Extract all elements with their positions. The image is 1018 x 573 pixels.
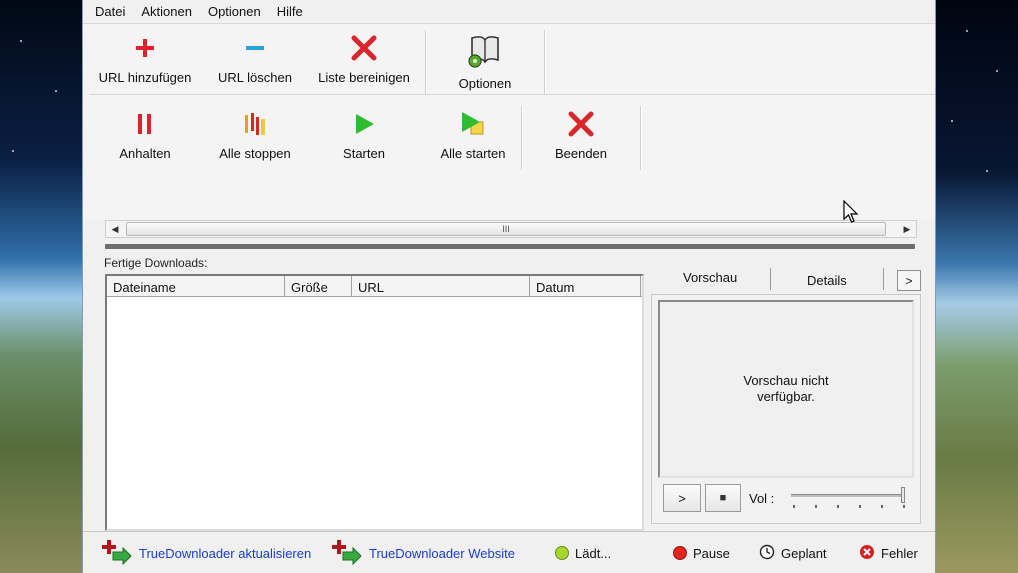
volume-tick [815, 505, 817, 508]
options-button[interactable]: Optionen [426, 26, 544, 98]
column-header-date[interactable]: Datum [530, 276, 641, 296]
minus-icon [244, 34, 266, 62]
pause-icon [135, 110, 155, 138]
clean-list-label: Liste bereinigen [318, 70, 410, 85]
horizontal-scrollbar[interactable]: ◀ III ▶ [105, 220, 917, 238]
quit-button[interactable]: Beenden [522, 102, 640, 174]
toolbar-separator [544, 30, 545, 94]
pause-status-label: Pause [693, 545, 730, 561]
start-all-button[interactable]: Alle starten [425, 102, 521, 174]
pause-status-icon [673, 546, 687, 560]
stop-all-icon [241, 110, 269, 138]
menu-hilfe[interactable]: Hilfe [277, 4, 303, 19]
toolbar-separator [640, 106, 641, 170]
toolbar-row-1: URL hinzufügen URL löschen Liste bereini… [83, 26, 545, 98]
loading-status-label: Lädt... [575, 545, 612, 561]
volume-tick [793, 505, 795, 508]
menu-optionen[interactable]: Optionen [208, 4, 261, 19]
app-window: Datei Aktionen Optionen Hilfe URL hinzuf… [82, 0, 936, 573]
scrollbar-grip: III [502, 224, 510, 234]
error-status-label: Fehler [881, 545, 918, 561]
stop-all-label: Alle stoppen [219, 146, 291, 161]
volume-tick [903, 505, 905, 508]
desktop-background-right [936, 0, 1018, 573]
volume-tick [837, 505, 839, 508]
volume-label: Vol : [749, 491, 775, 506]
delete-url-button[interactable]: URL löschen [207, 26, 303, 98]
preview-display: Vorschau nicht verfügbar. [658, 300, 914, 478]
stop-all-button[interactable]: Alle stoppen [207, 102, 303, 174]
toolbar-row-divider [89, 94, 935, 95]
clean-list-button[interactable]: Liste bereinigen [303, 26, 425, 98]
toolbar-row-2: Anhalten Alle stoppen Starten Alle start… [83, 102, 641, 174]
update-link[interactable]: TrueDownloader aktualisieren [101, 532, 311, 573]
loading-status-icon [555, 546, 569, 560]
tab-separator [883, 268, 884, 290]
website-link[interactable]: TrueDownloader Website [331, 532, 515, 573]
start-label: Starten [343, 146, 385, 161]
column-header-size[interactable]: Größe [285, 276, 352, 296]
volume-tick [881, 505, 883, 508]
tab-scroll-label: > [905, 273, 913, 288]
finished-downloads-list[interactable]: Dateiname Größe URL Datum [105, 274, 644, 531]
volume-tick [859, 505, 861, 508]
menu-bar: Datei Aktionen Optionen Hilfe [83, 0, 935, 24]
desktop-background-left [0, 0, 82, 573]
column-header-url[interactable]: URL [352, 276, 530, 296]
plus-icon [134, 34, 156, 62]
start-button[interactable]: Starten [303, 102, 425, 174]
scroll-right-arrow-icon[interactable]: ▶ [898, 221, 916, 237]
tab-scroll-right-button[interactable]: > [897, 270, 921, 291]
toolbar-area: URL hinzufügen URL löschen Liste bereini… [83, 24, 935, 220]
add-url-label: URL hinzufügen [98, 70, 192, 85]
preview-message-line-1: Vorschau nicht [743, 373, 829, 388]
volume-slider-thumb[interactable] [901, 487, 905, 503]
website-link-label: TrueDownloader Website [369, 545, 515, 561]
pause-download-button[interactable]: Anhalten [83, 102, 207, 174]
status-error: Fehler [859, 532, 918, 573]
status-loading: Lädt... [555, 532, 611, 573]
scroll-left-arrow-icon[interactable]: ◀ [106, 221, 124, 237]
scheduled-status-label: Geplant [781, 545, 827, 561]
red-x-icon [568, 110, 594, 138]
volume-slider[interactable] [791, 494, 905, 497]
options-label: Optionen [458, 76, 512, 91]
play-all-icon [459, 110, 487, 138]
column-header-filename[interactable]: Dateiname [107, 276, 285, 296]
error-status-icon [859, 544, 875, 563]
start-all-label: Alle starten [440, 146, 506, 161]
book-gear-icon [466, 34, 504, 68]
pause-download-label: Anhalten [119, 146, 171, 161]
preview-play-button[interactable]: > [663, 484, 701, 512]
quit-label: Beenden [554, 146, 608, 161]
preview-stop-button[interactable]: ■ [705, 484, 741, 512]
stop-icon: ■ [719, 492, 727, 504]
play-icon [352, 110, 376, 138]
play-label: > [678, 490, 686, 506]
delete-url-label: URL löschen [218, 70, 292, 85]
menu-aktionen[interactable]: Aktionen [141, 4, 192, 19]
status-bar: TrueDownloader aktualisieren TrueDownloa… [83, 531, 935, 573]
status-scheduled: Geplant [759, 532, 827, 573]
scrollbar-thumb[interactable]: III [126, 222, 886, 236]
menu-datei[interactable]: Datei [95, 4, 125, 19]
add-url-button[interactable]: URL hinzufügen [83, 26, 207, 98]
tab-preview[interactable]: Vorschau [683, 270, 737, 285]
list-header: Dateiname Größe URL Datum [107, 276, 642, 297]
clock-icon [759, 544, 775, 563]
tab-separator [770, 268, 771, 290]
update-arrow-icon [101, 538, 133, 569]
tab-details[interactable]: Details [807, 273, 847, 288]
website-arrow-icon [331, 538, 363, 569]
preview-message-line-2: verfügbar. [757, 389, 815, 404]
red-x-icon [351, 34, 377, 62]
finished-downloads-label: Fertige Downloads: [104, 256, 208, 270]
update-link-label: TrueDownloader aktualisieren [139, 545, 312, 561]
status-pause: Pause [673, 532, 730, 573]
panel-splitter[interactable] [105, 244, 915, 249]
mouse-cursor-icon [843, 200, 859, 223]
